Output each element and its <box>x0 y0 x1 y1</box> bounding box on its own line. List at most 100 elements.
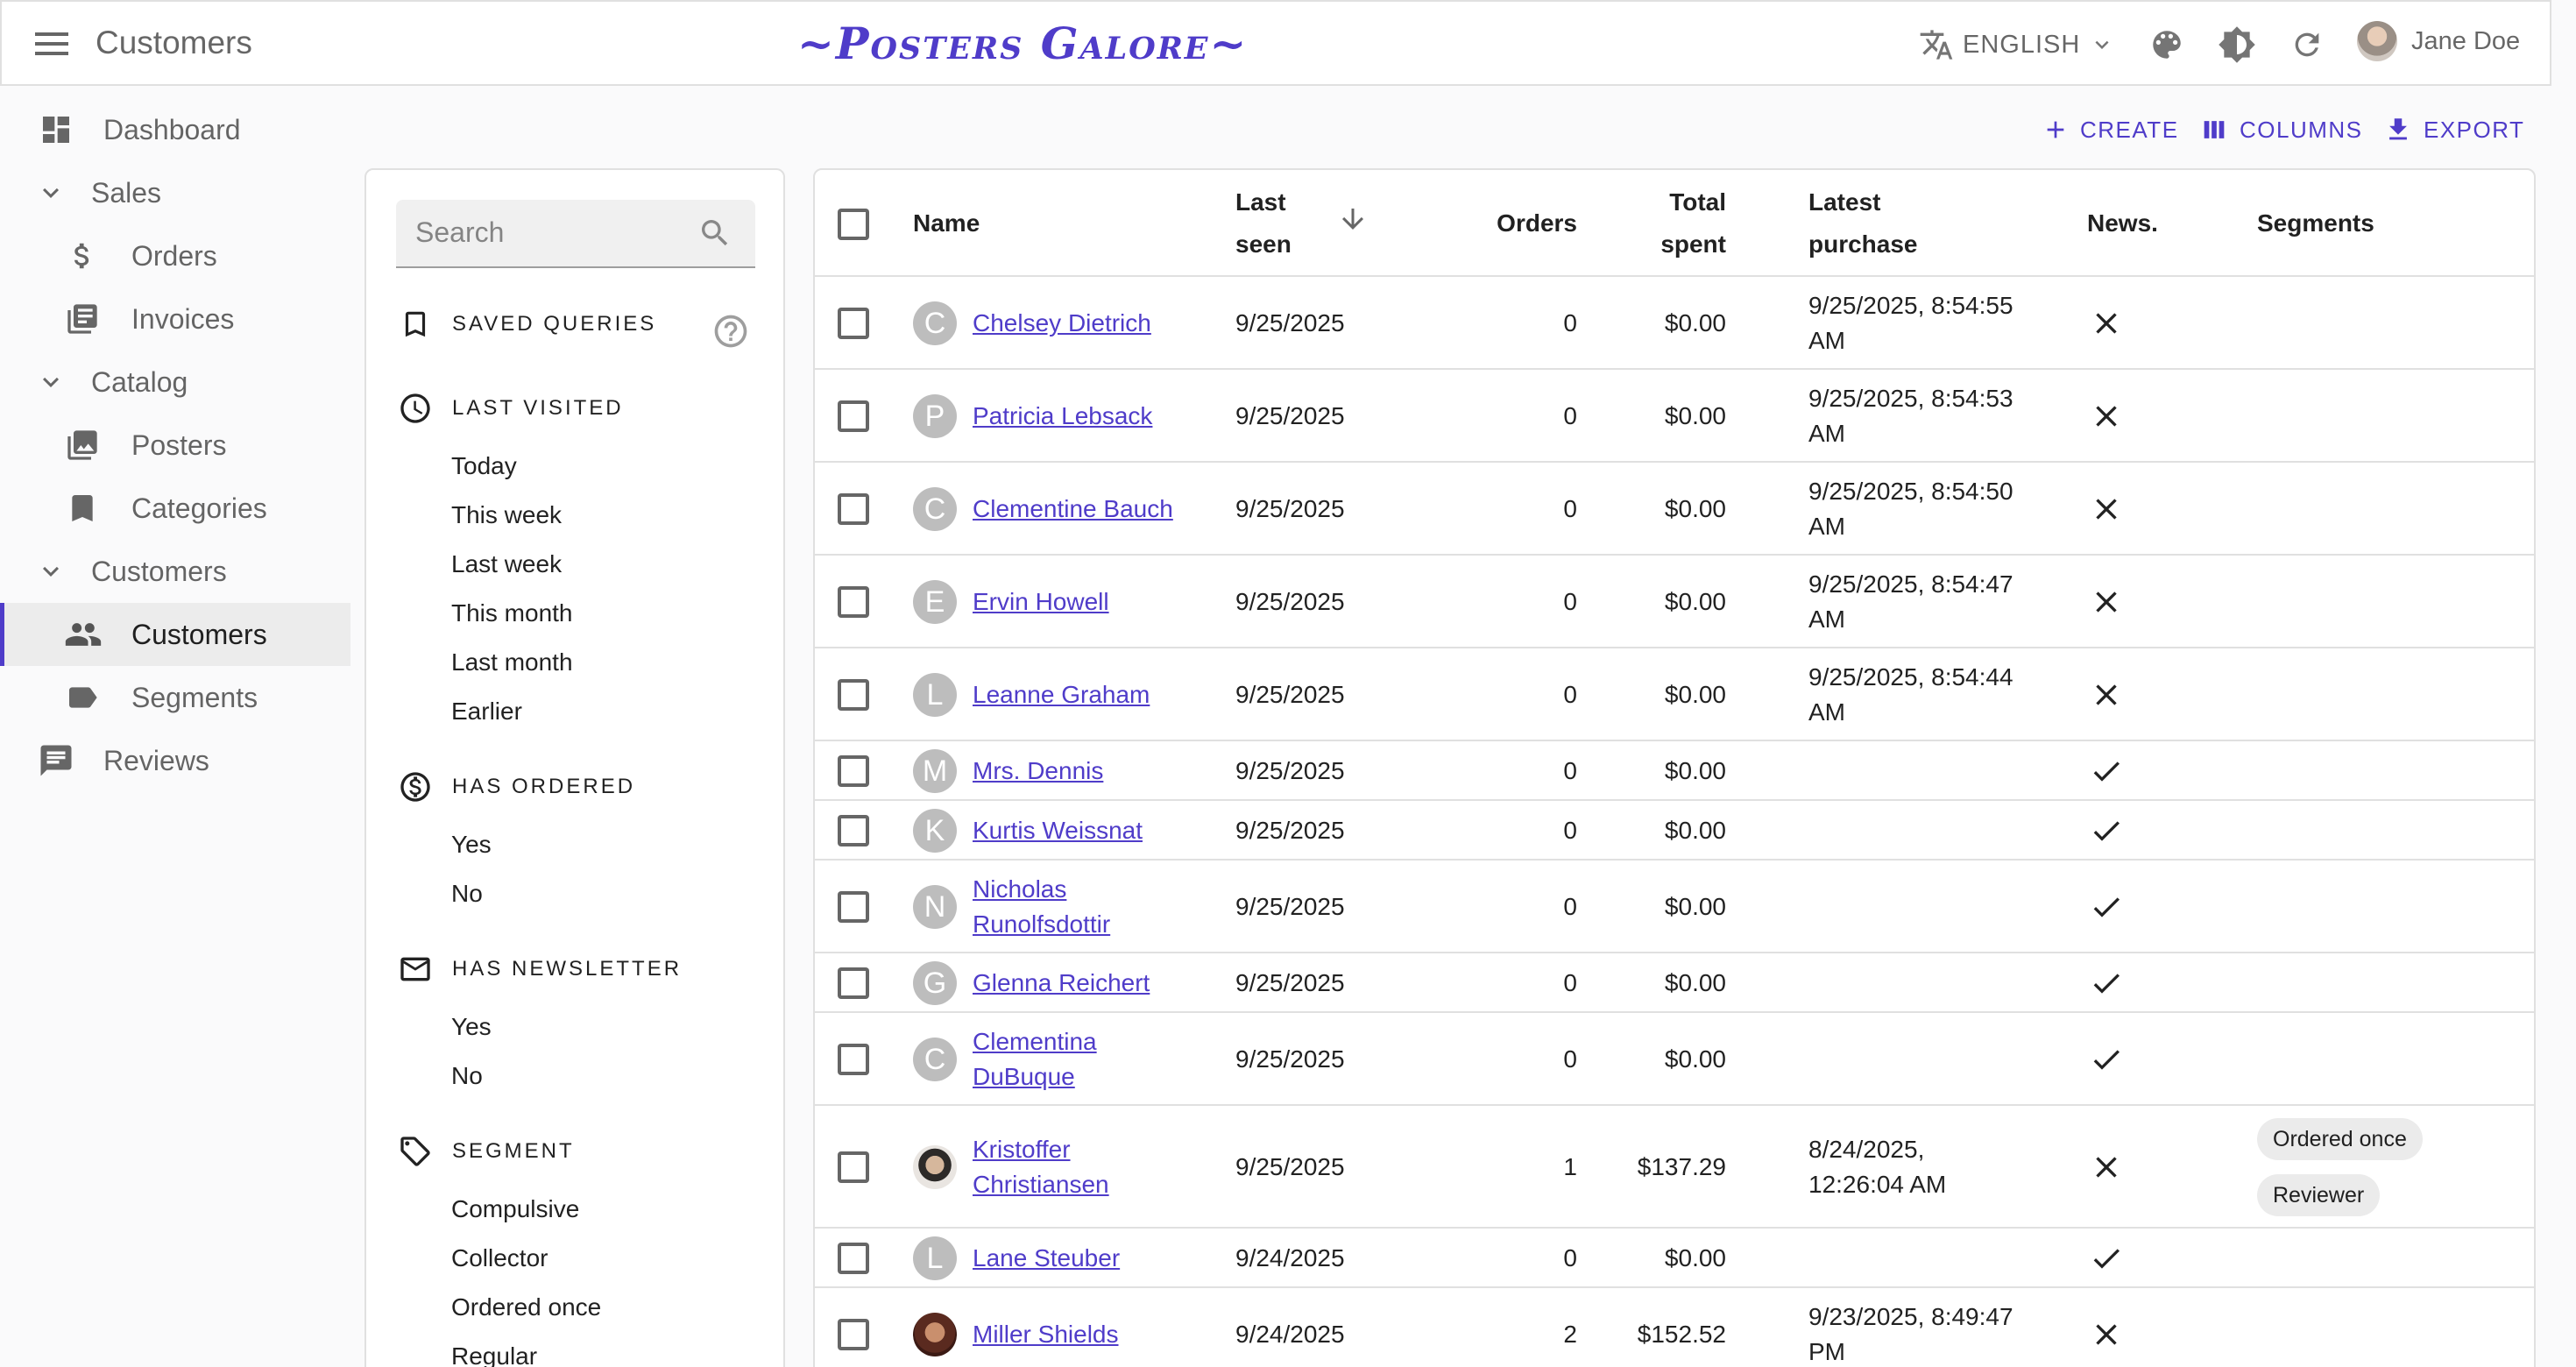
create-button[interactable]: CREATE <box>2042 109 2179 151</box>
row-checkbox[interactable] <box>838 679 869 711</box>
row-checkbox[interactable] <box>838 1151 869 1183</box>
table-row[interactable]: P Patricia Lebsack 9/25/2025 0 $0.00 9/25/202… <box>815 370 2534 463</box>
row-checkbox[interactable] <box>838 1243 869 1274</box>
comment-icon <box>35 740 77 782</box>
customer-name-link[interactable]: Ervin Howell <box>973 584 1109 620</box>
row-checkbox[interactable] <box>838 815 869 846</box>
column-header-name[interactable]: Name <box>913 202 980 244</box>
dashboard-icon <box>35 109 77 151</box>
filter-option-newsletter-no[interactable]: No <box>451 1062 483 1090</box>
chevron-down-icon <box>30 172 72 214</box>
table-row[interactable]: Miller Shields 9/24/2025 2 $152.52 9/23/2025… <box>815 1288 2534 1367</box>
filter-option-regular[interactable]: Regular <box>451 1342 537 1367</box>
table-row[interactable]: M Mrs. Dennis 9/25/2025 0 $0.00 <box>815 741 2534 801</box>
customer-name-link[interactable]: Leanne Graham <box>973 677 1150 712</box>
sidebar-group-sales[interactable]: Sales <box>30 161 350 224</box>
table-row[interactable]: Kristoffer Christiansen 9/25/2025 1 $137.29 8… <box>815 1106 2534 1229</box>
row-checkbox[interactable] <box>838 308 869 339</box>
filter-option-collector[interactable]: Collector <box>451 1244 548 1272</box>
sidebar-item-categories[interactable]: Categories <box>61 477 350 540</box>
filter-option-earlier[interactable]: Earlier <box>451 698 522 726</box>
customer-name-link[interactable]: Kurtis Weissnat <box>973 813 1143 848</box>
row-checkbox[interactable] <box>838 1044 869 1075</box>
money-circle-icon <box>396 768 435 806</box>
customer-name-link[interactable]: Chelsey Dietrich <box>973 306 1151 341</box>
table-row[interactable]: L Lane Steuber 9/24/2025 0 $0.00 <box>815 1229 2534 1288</box>
filter-option-ordered-yes[interactable]: Yes <box>451 831 492 859</box>
palette-icon[interactable] <box>2145 23 2189 67</box>
export-button[interactable]: EXPORT <box>2383 109 2524 151</box>
filter-option-today[interactable]: Today <box>451 452 517 480</box>
row-checkbox[interactable] <box>838 586 869 618</box>
close-icon <box>2089 306 2124 341</box>
customer-name-link[interactable]: Clementina <box>973 1024 1097 1059</box>
customer-name-link[interactable]: Patricia Lebsack <box>973 399 1152 434</box>
close-icon <box>2089 677 2124 712</box>
sidebar-item-label: Sales <box>91 176 162 209</box>
sidebar-group-customers[interactable]: Customers <box>30 540 350 603</box>
sort-arrow-down-icon[interactable] <box>1337 203 1369 235</box>
row-checkbox[interactable] <box>838 755 869 787</box>
last-seen-cell: 9/25/2025 <box>1235 1045 1345 1073</box>
table-row[interactable]: C Clementine Bauch 9/25/2025 0 $0.00 9/25/202… <box>815 463 2534 556</box>
chevron-down-icon <box>2089 32 2115 58</box>
language-selector[interactable]: ENGLISH <box>1919 23 2115 67</box>
sidebar-item-customers[interactable]: Customers <box>0 603 350 666</box>
customer-name-link[interactable]: Runolfsdottir <box>973 907 1110 942</box>
customer-name-link[interactable]: Glenna Reichert <box>973 966 1150 1001</box>
row-checkbox[interactable] <box>838 400 869 432</box>
filter-option-compulsive[interactable]: Compulsive <box>451 1195 579 1223</box>
theme-toggle-icon[interactable] <box>2215 23 2259 67</box>
row-checkbox[interactable] <box>838 967 869 999</box>
filter-option-this-month[interactable]: This month <box>451 599 573 627</box>
filter-option-last-week[interactable]: Last week <box>451 550 562 578</box>
row-checkbox[interactable] <box>838 493 869 525</box>
table-row[interactable]: C Clementina DuBuque 9/25/2025 0 $0.00 <box>815 1013 2534 1106</box>
table-row[interactable]: N Nicholas Runolfsdottir 9/25/2025 0 $0.00 <box>815 861 2534 953</box>
column-header-orders[interactable]: Orders <box>1472 202 1577 244</box>
refresh-icon[interactable] <box>2285 23 2329 67</box>
table-row[interactable]: L Leanne Graham 9/25/2025 0 $0.00 9/25/2025, … <box>815 648 2534 741</box>
sidebar-item-segments[interactable]: Segments <box>61 666 350 729</box>
sidebar-item-label: Catalog <box>91 365 188 398</box>
search-field[interactable] <box>396 200 755 268</box>
customer-name-link[interactable]: Christiansen <box>973 1167 1109 1202</box>
latest-purchase-cell: AM <box>1808 606 1845 633</box>
orders-cell: 0 <box>1563 309 1577 336</box>
row-checkbox[interactable] <box>838 891 869 923</box>
invoice-icon <box>61 298 103 340</box>
column-header-newsletter[interactable]: News. <box>2087 202 2158 244</box>
customer-name-link[interactable]: Lane Steuber <box>973 1241 1120 1276</box>
customer-name-link[interactable]: Kristoffer <box>973 1132 1071 1167</box>
avatar: P <box>913 394 957 438</box>
search-input[interactable] <box>415 200 696 265</box>
filter-option-newsletter-yes[interactable]: Yes <box>451 1013 492 1041</box>
customer-name-link[interactable]: Nicholas <box>973 872 1066 907</box>
sidebar-item-reviews[interactable]: Reviews <box>35 729 350 792</box>
page-title: Customers <box>96 25 252 60</box>
has-ordered-label: HAS ORDERED <box>452 775 636 798</box>
select-all-checkbox[interactable] <box>838 209 869 240</box>
filter-option-ordered-no[interactable]: No <box>451 880 483 908</box>
table-row[interactable]: K Kurtis Weissnat 9/25/2025 0 $0.00 <box>815 801 2534 861</box>
row-checkbox[interactable] <box>838 1319 869 1350</box>
sidebar-item-posters[interactable]: Posters <box>61 414 350 477</box>
filter-option-this-week[interactable]: This week <box>451 501 562 529</box>
sidebar-item-dashboard[interactable]: Dashboard <box>35 98 350 161</box>
customer-name-link[interactable]: Clementine Bauch <box>973 492 1173 527</box>
sidebar-item-orders[interactable]: Orders <box>61 224 350 287</box>
sidebar-group-catalog[interactable]: Catalog <box>30 351 350 414</box>
table-row[interactable]: C Chelsey Dietrich 9/25/2025 0 $0.00 9/25/202… <box>815 277 2534 370</box>
help-icon[interactable] <box>711 312 750 351</box>
user-menu[interactable]: Jane Doe <box>2357 21 2520 61</box>
filter-option-last-month[interactable]: Last month <box>451 648 573 676</box>
filter-option-ordered-once[interactable]: Ordered once <box>451 1293 601 1321</box>
customer-name-link[interactable]: DuBuque <box>973 1059 1075 1094</box>
columns-button[interactable]: COLUMNS <box>2199 109 2363 151</box>
table-row[interactable]: E Ervin Howell 9/25/2025 0 $0.00 9/25/2025, 8… <box>815 556 2534 648</box>
sidebar-item-invoices[interactable]: Invoices <box>61 287 350 351</box>
customer-name-link[interactable]: Mrs. Dennis <box>973 754 1103 789</box>
customer-name-link[interactable]: Miller Shields <box>973 1317 1119 1352</box>
menu-icon[interactable] <box>28 23 75 65</box>
table-row[interactable]: G Glenna Reichert 9/25/2025 0 $0.00 <box>815 953 2534 1013</box>
